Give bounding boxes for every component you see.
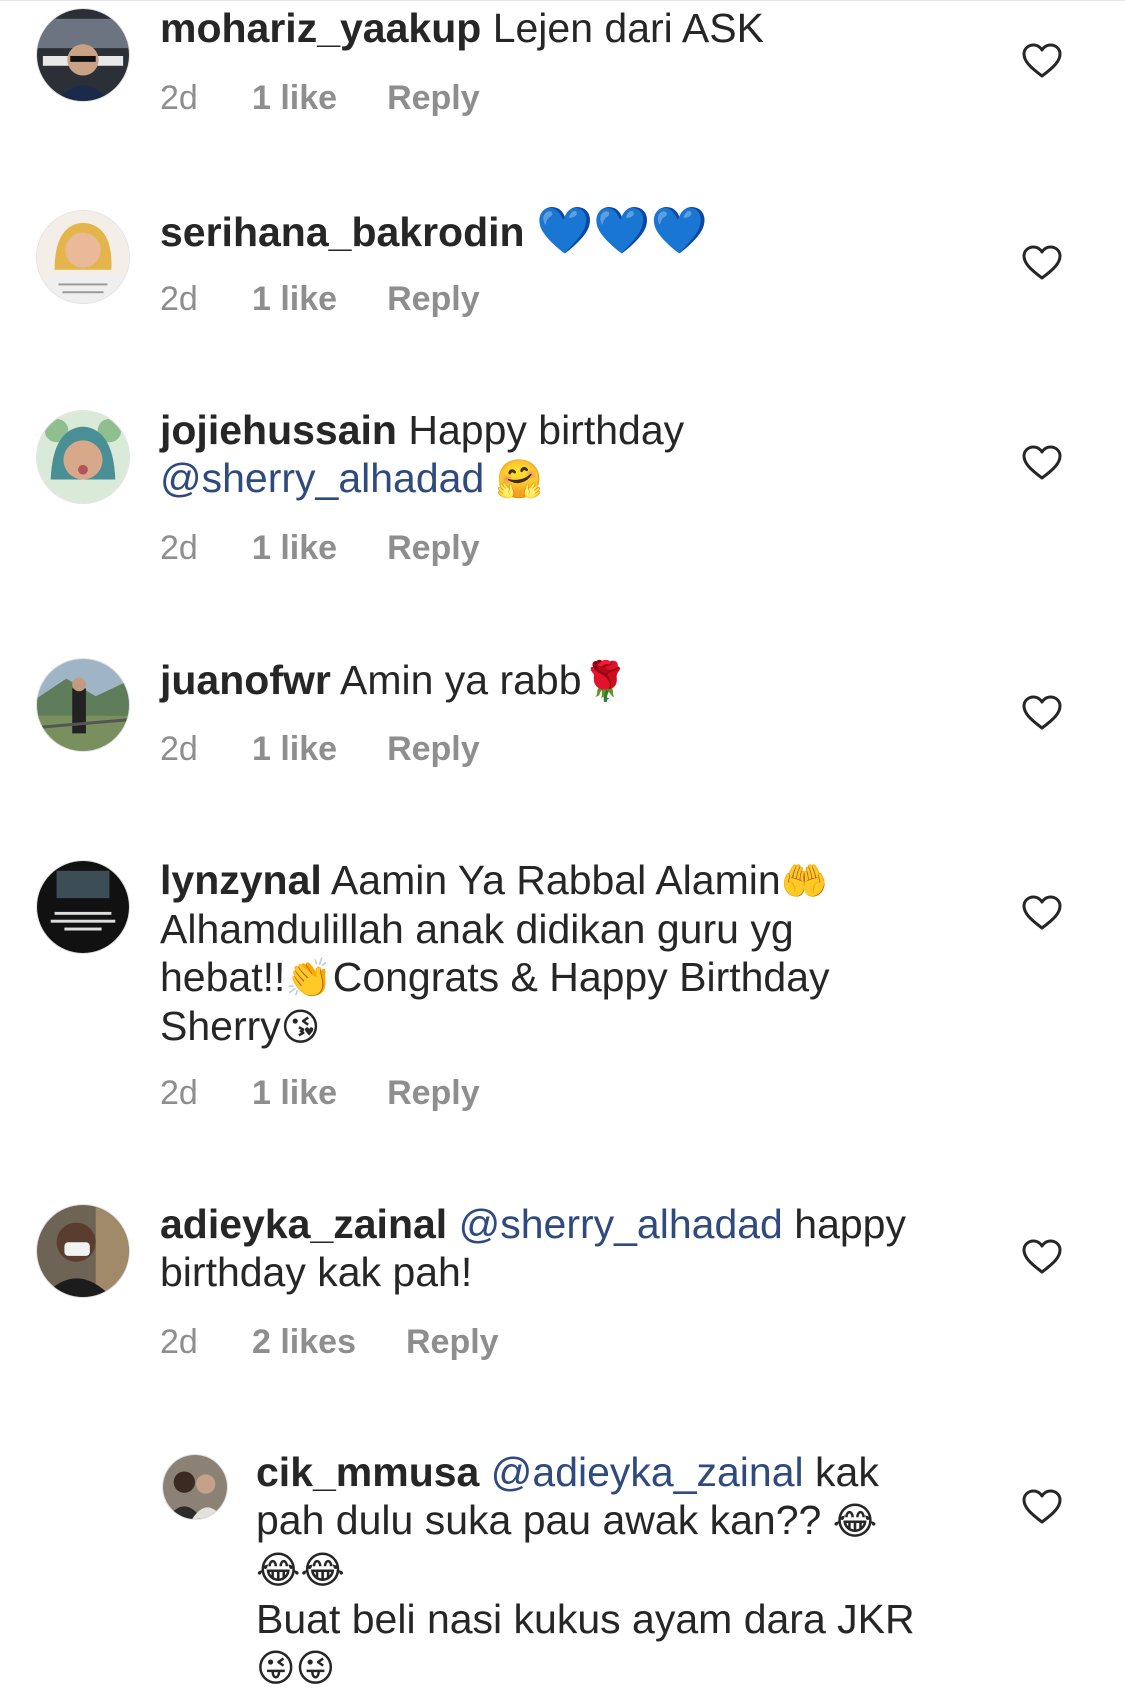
like-button[interactable] — [1022, 1239, 1062, 1275]
comment-text: Buat beli nasi kukus ayam dara JKR — [256, 1596, 915, 1642]
reply-button[interactable]: Reply — [387, 279, 480, 319]
comment-body: adieyka_zainal @sherry_alhadad happy bir… — [160, 1200, 906, 1296]
comment-time: 2d — [160, 730, 198, 768]
comment-text: Aamin Ya Rabbal Alamin — [330, 857, 781, 903]
comment-body: jojiehussain Happy birthday @sherry_alha… — [160, 406, 684, 503]
avatar-image — [37, 1205, 129, 1297]
avatar[interactable] — [36, 860, 130, 954]
comment-username[interactable]: juanofwr — [160, 657, 331, 703]
comment-username[interactable]: cik_mmusa — [256, 1449, 479, 1495]
avatar[interactable] — [36, 210, 130, 304]
comment-meta: 2d 1 like Reply — [160, 528, 480, 568]
comment-text: Sherry — [160, 1003, 281, 1049]
heart-outline-icon — [1022, 895, 1062, 930]
mention-link[interactable]: @adieyka_zainal — [491, 1449, 804, 1495]
avatar-image — [37, 9, 129, 101]
comment-text: pah dulu suka pau awak kan?? — [256, 1497, 822, 1543]
reply-button[interactable]: Reply — [406, 1322, 499, 1362]
avatar-image — [163, 1455, 227, 1519]
heart-outline-icon — [1022, 695, 1062, 730]
mention-link[interactable]: @sherry_alhadad — [160, 455, 484, 501]
comment-body: lynzynal Aamin Ya Rabbal Alamin🤲 Alhamdu… — [160, 856, 830, 1051]
heart-outline-icon — [1022, 43, 1062, 78]
laughing-emoji: 😂😂 — [256, 1548, 345, 1592]
like-button[interactable] — [1022, 245, 1062, 281]
heart-outline-icon — [1022, 445, 1062, 480]
blue-heart-emojis: 💙💙💙 — [535, 203, 708, 257]
comment-body: cik_mmusa @adieyka_zainal kak pah dulu s… — [256, 1448, 915, 1693]
laughing-emoji: 😂 — [832, 1499, 878, 1543]
comment-time: 2d — [160, 529, 198, 567]
avatar[interactable] — [36, 410, 130, 504]
reply-button[interactable]: Reply — [387, 1073, 480, 1113]
avatar-image — [37, 659, 129, 751]
heart-outline-icon — [1022, 245, 1062, 280]
comment-text: Alhamdulillah anak didikan guru yg — [160, 906, 794, 952]
comment-username[interactable]: adieyka_zainal — [160, 1201, 447, 1247]
comment-likes[interactable]: 1 like — [252, 729, 337, 769]
praying-hands-emoji: 🤲 — [780, 859, 828, 903]
comment-meta: 2d 1 like Reply — [160, 729, 480, 769]
clapping-emoji: 👏 — [285, 956, 333, 1000]
comment-time: 2d — [160, 1323, 198, 1361]
comment-text: happy — [794, 1201, 906, 1247]
comment-body: juanofwr Amin ya rabb🌹 — [160, 656, 629, 705]
comment-time: 2d — [160, 79, 198, 117]
avatar[interactable] — [36, 8, 130, 102]
comment-meta: 2d 1 like Reply — [160, 1073, 480, 1113]
rose-emoji: 🌹 — [581, 659, 629, 703]
comment-text: kak — [815, 1449, 879, 1495]
mention-link[interactable]: @sherry_alhadad — [459, 1201, 783, 1247]
heart-outline-icon — [1022, 1239, 1062, 1274]
like-button[interactable] — [1022, 445, 1062, 481]
like-button[interactable] — [1022, 895, 1062, 931]
comment-likes[interactable]: 2 likes — [252, 1322, 356, 1362]
like-button[interactable] — [1022, 695, 1062, 731]
comment-text: Congrats & Happy Birthday — [332, 954, 830, 1000]
comment-time: 2d — [160, 280, 198, 318]
comment-text: hebat!! — [160, 954, 286, 1000]
top-divider — [0, 0, 1125, 1]
comment-likes[interactable]: 1 like — [252, 1073, 337, 1113]
like-button[interactable] — [1022, 1489, 1062, 1525]
comment-username[interactable]: serihana_bakrodin — [160, 209, 525, 255]
avatar[interactable] — [36, 658, 130, 752]
comment-text: birthday kak pah! — [160, 1249, 473, 1295]
comment-body: mohariz_yaakup Lejen dari ASK — [160, 4, 764, 52]
avatar-image — [37, 211, 129, 303]
heart-outline-icon — [1022, 1489, 1062, 1524]
winking-tongue-emoji: 😜😜 — [256, 1646, 336, 1690]
comment-text: Amin ya rabb — [339, 657, 582, 703]
avatar[interactable] — [162, 1454, 228, 1520]
comment-meta: 2d 1 like Reply — [160, 279, 480, 319]
reply-button[interactable]: Reply — [387, 729, 480, 769]
like-button[interactable] — [1022, 43, 1062, 79]
comment-text: Happy birthday — [408, 407, 685, 453]
comment-likes[interactable]: 1 like — [252, 78, 337, 118]
reply-button[interactable]: Reply — [387, 78, 480, 118]
comment-username[interactable]: mohariz_yaakup — [160, 5, 481, 51]
avatar-image — [37, 411, 129, 503]
comment-meta: 2d 2 likes Reply — [160, 1322, 499, 1362]
comment-body: serihana_bakrodin 💙💙💙 — [160, 206, 708, 256]
avatar[interactable] — [36, 1204, 130, 1298]
hugging-emoji: 🤗 — [495, 457, 543, 501]
comment-likes[interactable]: 1 like — [252, 528, 337, 568]
comment-time: 2d — [160, 1074, 198, 1112]
comment-text: Lejen dari ASK — [492, 5, 764, 51]
comment-username[interactable]: lynzynal — [160, 857, 322, 903]
reply-button[interactable]: Reply — [387, 528, 480, 568]
avatar-image — [37, 861, 129, 953]
comment-likes[interactable]: 1 like — [252, 279, 337, 319]
comment-meta: 2d 1 like Reply — [160, 78, 480, 118]
comment-username[interactable]: jojiehussain — [160, 407, 397, 453]
kiss-emoji: 😘 — [280, 1005, 321, 1049]
